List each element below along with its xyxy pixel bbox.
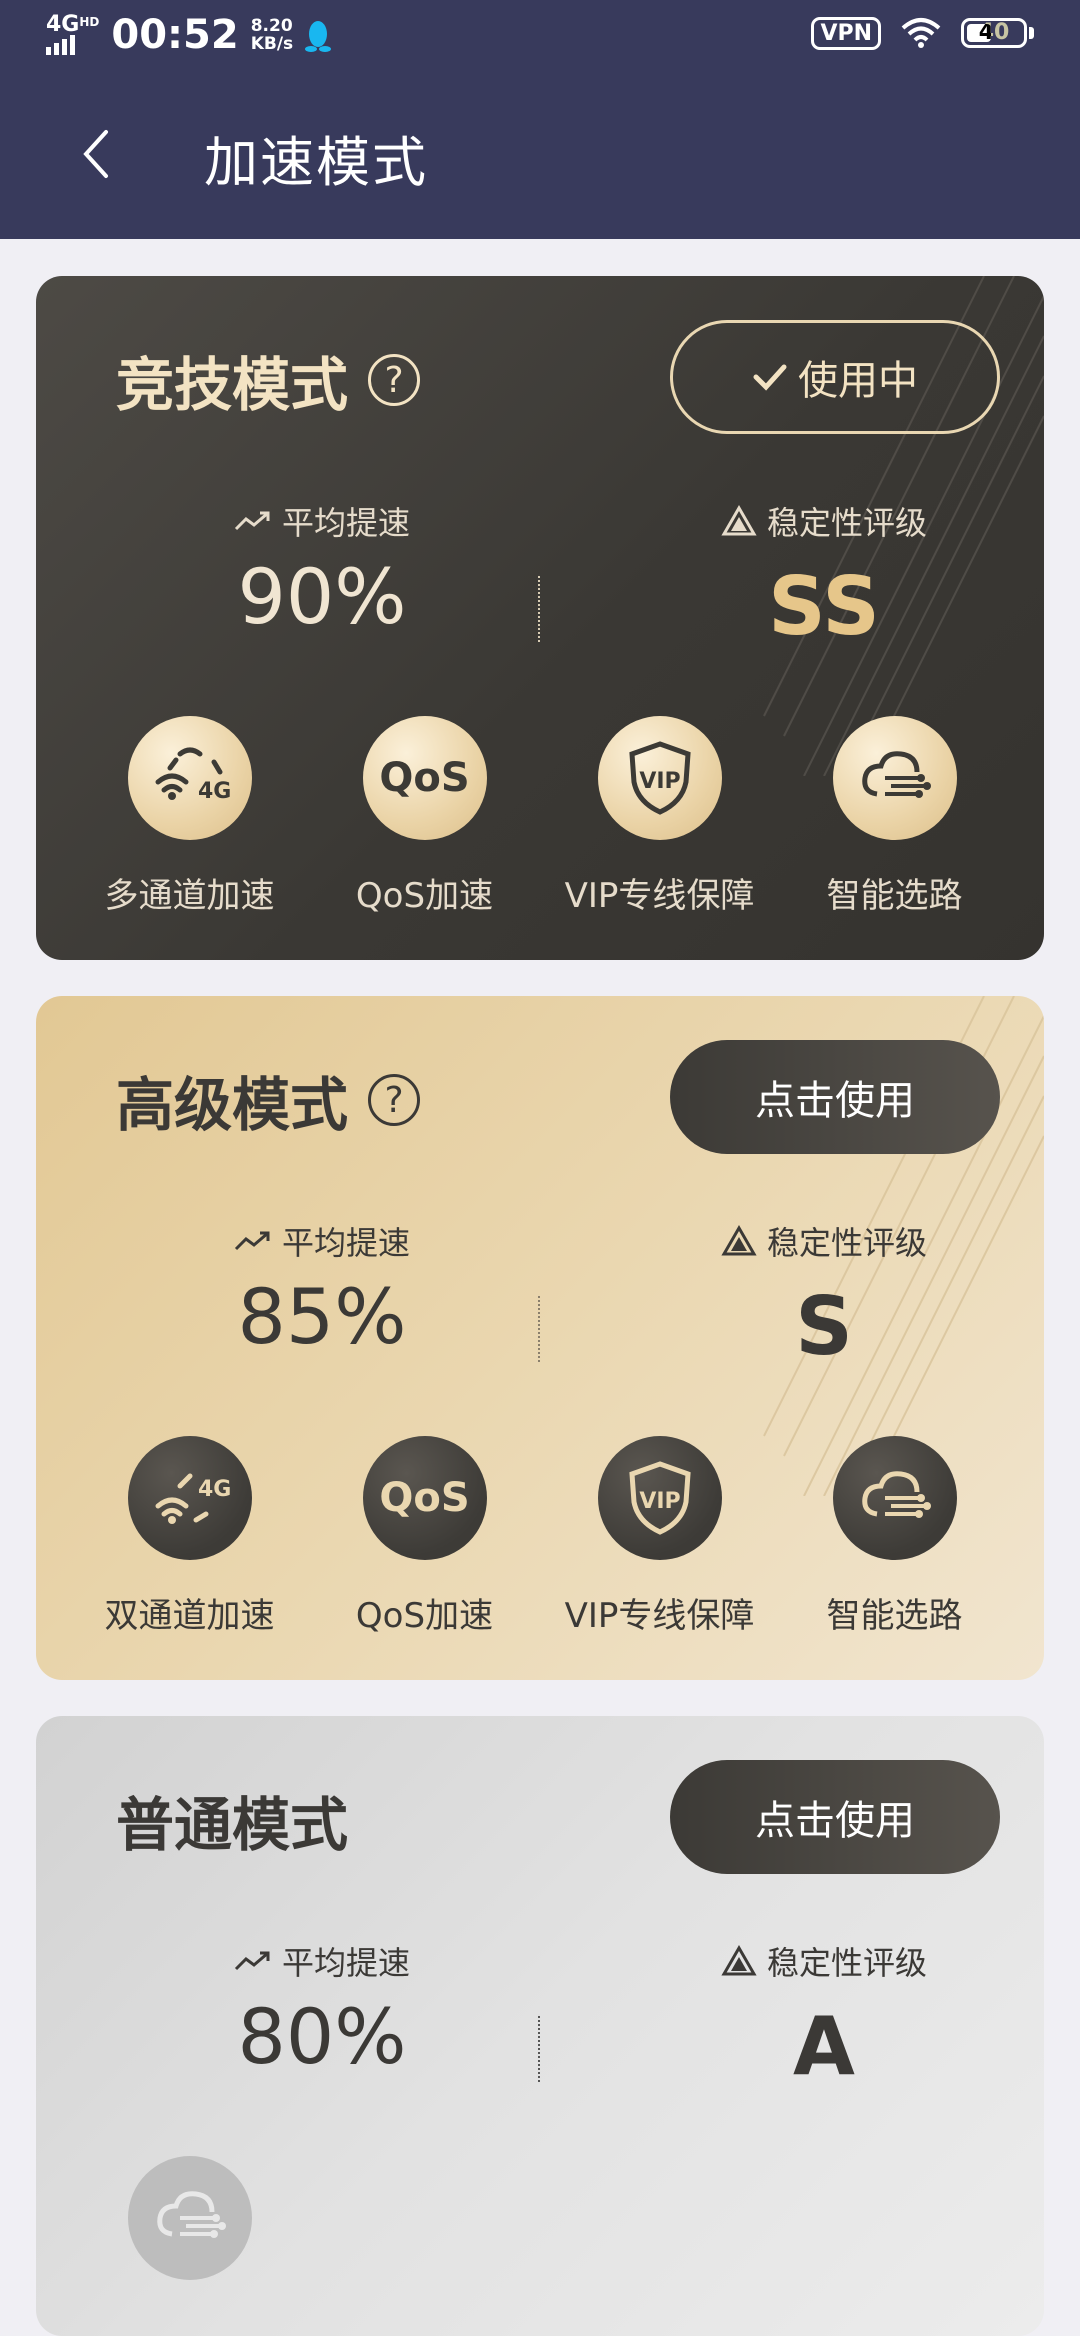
feature-item: 4G 多通道加速 <box>72 716 307 917</box>
avg-speedup: 平均提速 85% <box>142 1218 502 1361</box>
stat-divider <box>538 576 540 642</box>
warning-triangle-icon <box>721 505 757 536</box>
mode-title: 竞技模式 ? <box>116 338 421 422</box>
qq-penguin-icon <box>305 21 332 52</box>
feature-item: VIP VIP专线保障 <box>542 1436 777 1637</box>
feature-item: 智能选路 <box>777 716 1012 917</box>
stability-grade: A <box>793 2000 855 2093</box>
avg-speedup: 平均提速 80% <box>142 1938 502 2081</box>
feature-list: 4G 多通道加速 QoS QoS加速 VIP VIP专线保障 智能选路 <box>72 716 1012 917</box>
wifi-icon <box>901 18 941 48</box>
feature-item: 4G 双通道加速 <box>72 1436 307 1637</box>
mode-card-advanced: 高级模式 ? 点击使用 平均提速 85% 稳定性评级 S 4G 双通道加速 Qo… <box>36 996 1044 1680</box>
stability-grade: SS <box>768 560 880 653</box>
speedup-value: 80% <box>237 1992 407 2081</box>
net-speed: 8.20 KB/s <box>250 16 294 54</box>
feature-item: QoS QoS加速 <box>307 716 542 917</box>
stat-divider <box>538 2016 540 2082</box>
use-button[interactable]: 点击使用 <box>670 1760 1000 1874</box>
network-type: 4G <box>46 12 80 37</box>
dual-channel-icon: 4G <box>127 1436 252 1560</box>
trend-up-icon <box>234 511 270 531</box>
feature-item <box>72 2156 308 2280</box>
svg-text:VIP: VIP <box>639 769 680 794</box>
back-arrow-icon[interactable] <box>78 124 118 184</box>
feature-item: 智能选路 <box>777 1436 1012 1637</box>
stat-divider <box>538 1296 540 1362</box>
speedup-value: 85% <box>237 1272 407 1361</box>
stability-rating: 稳定性评级 SS <box>644 498 1004 653</box>
qos-icon: QoS <box>362 716 487 840</box>
feature-item: VIP VIP专线保障 <box>542 716 777 917</box>
status-bar: 4G HD 00:52 8.20 KB/s VPN 40 <box>0 0 1080 72</box>
multi-channel-icon: 4G <box>127 716 252 840</box>
in-use-button[interactable]: 使用中 <box>670 320 1000 434</box>
help-icon[interactable]: ? <box>368 354 421 406</box>
vip-shield-icon: VIP <box>597 1436 722 1560</box>
smart-route-icon <box>832 716 957 840</box>
warning-triangle-icon <box>721 1945 757 1976</box>
use-button[interactable]: 点击使用 <box>670 1040 1000 1154</box>
stability-rating: 稳定性评级 A <box>644 1938 1004 2093</box>
mode-title: 高级模式 ? <box>116 1058 421 1142</box>
speedup-value: 90% <box>237 552 407 641</box>
stability-rating: 稳定性评级 S <box>644 1218 1004 1373</box>
svg-text:VIP: VIP <box>639 1489 680 1514</box>
mode-card-normal: 普通模式 点击使用 平均提速 80% 稳定性评级 A <box>36 1716 1044 2336</box>
trend-up-icon <box>234 1231 270 1251</box>
trend-up-icon <box>234 1951 270 1971</box>
mode-card-competitive: 竞技模式 ? 使用中 平均提速 90% 稳定性评级 SS 4G 多通道加速 Qo… <box>36 276 1044 960</box>
warning-triangle-icon <box>721 1225 757 1256</box>
svg-text:4G: 4G <box>198 1477 230 1502</box>
feature-list: 4G 双通道加速 QoS QoS加速 VIP VIP专线保障 智能选路 <box>72 1436 1012 1637</box>
stability-grade: S <box>795 1280 853 1373</box>
app-header: 加速模式 <box>0 72 1080 239</box>
mode-title: 普通模式 <box>116 1791 349 1859</box>
feature-item: QoS QoS加速 <box>307 1436 542 1637</box>
help-icon[interactable]: ? <box>368 1074 421 1126</box>
page-title: 加速模式 <box>204 131 428 194</box>
vpn-badge: VPN <box>811 16 881 50</box>
checkmark-icon <box>753 364 787 391</box>
svg-text:4G: 4G <box>198 779 230 804</box>
smart-route-icon <box>832 1436 957 1560</box>
qos-icon: QoS <box>362 1436 487 1560</box>
signal-icon <box>46 35 75 55</box>
clock: 00:52 <box>111 12 239 58</box>
battery-level: 40 <box>978 20 1010 45</box>
hd-badge: HD <box>79 15 100 29</box>
vip-shield-icon: VIP <box>597 716 722 840</box>
avg-speedup: 平均提速 90% <box>142 498 502 641</box>
feature-list <box>72 2156 1012 2280</box>
smart-route-icon <box>128 2156 252 2280</box>
battery-icon: 40 <box>961 18 1034 48</box>
